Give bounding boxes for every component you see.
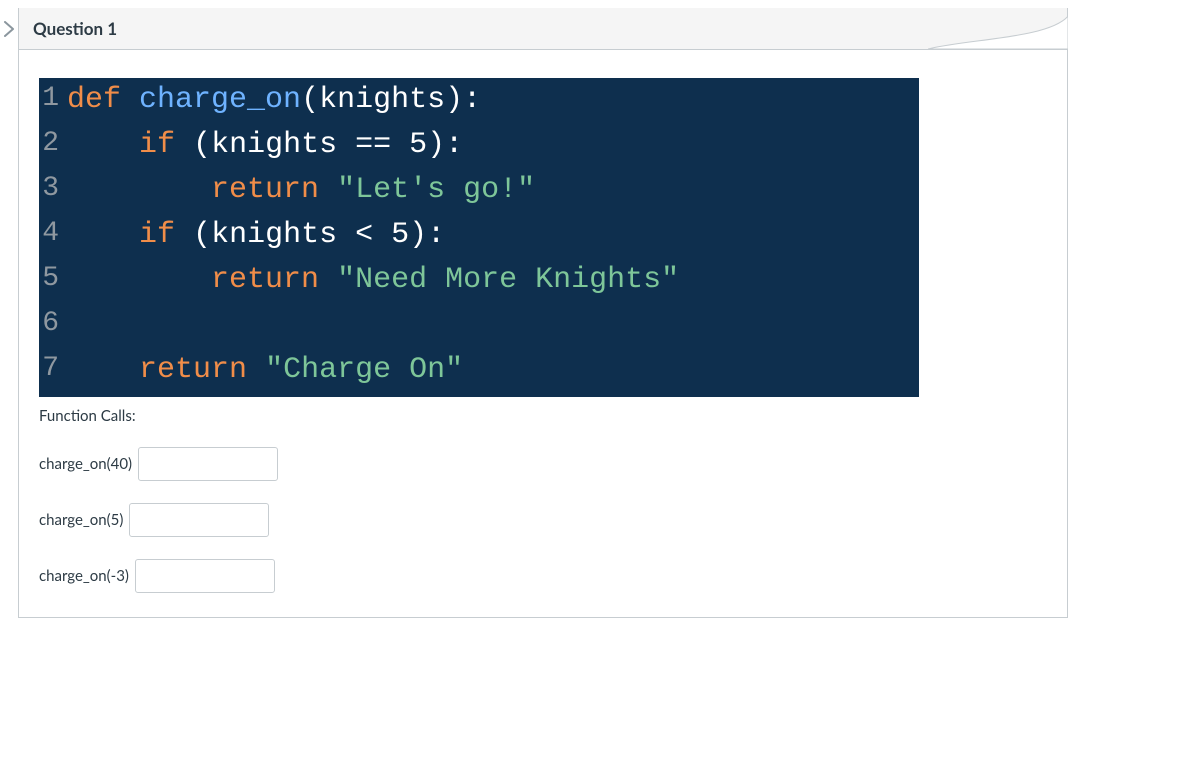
code-content: def charge_on(knights): [67,78,919,123]
page-curl-decoration [928,8,1068,49]
code-content: return "Charge On" [67,348,919,393]
function-calls-heading: Function Calls: [39,407,1047,425]
question-body: 1def charge_on(knights):2 if (knights ==… [19,50,1067,617]
chevron-right-icon [3,21,15,37]
question-title: Question 1 [33,18,117,39]
code-content [67,303,919,348]
function-call-row: charge_on(40) [39,447,1047,481]
answer-input[interactable] [138,447,278,481]
code-content: return "Let's go!" [67,168,919,213]
function-call-row: charge_on(5) [39,503,1047,537]
code-line: 1def charge_on(knights): [39,78,919,123]
line-number: 5 [39,258,67,303]
line-number: 4 [39,213,67,258]
code-content: if (knights < 5): [67,213,919,258]
function-call-row: charge_on(-3) [39,559,1047,593]
function-call-label: charge_on(-3) [39,567,129,585]
answer-input[interactable] [135,559,275,593]
code-line: 3 return "Let's go!" [39,168,919,213]
question-header: Question 1 [19,8,1067,50]
question-card: Question 1 1def charge_on(knights):2 if … [18,8,1068,618]
line-number: 3 [39,168,67,213]
code-content: if (knights == 5): [67,123,919,168]
code-line: 5 return "Need More Knights" [39,258,919,303]
line-number: 1 [39,78,67,123]
function-calls-list: charge_on(40) charge_on(5) charge_on(-3) [39,447,1047,593]
code-line: 2 if (knights == 5): [39,123,919,168]
line-number: 7 [39,348,67,393]
code-line: 7 return "Charge On" [39,348,919,393]
answer-input[interactable] [129,503,269,537]
code-block: 1def charge_on(knights):2 if (knights ==… [39,78,919,397]
line-number: 6 [39,303,67,348]
function-call-label: charge_on(40) [39,455,132,473]
line-number: 2 [39,123,67,168]
function-call-label: charge_on(5) [39,511,123,529]
code-line: 4 if (knights < 5): [39,213,919,258]
code-line: 6 [39,303,919,348]
code-content: return "Need More Knights" [67,258,919,303]
